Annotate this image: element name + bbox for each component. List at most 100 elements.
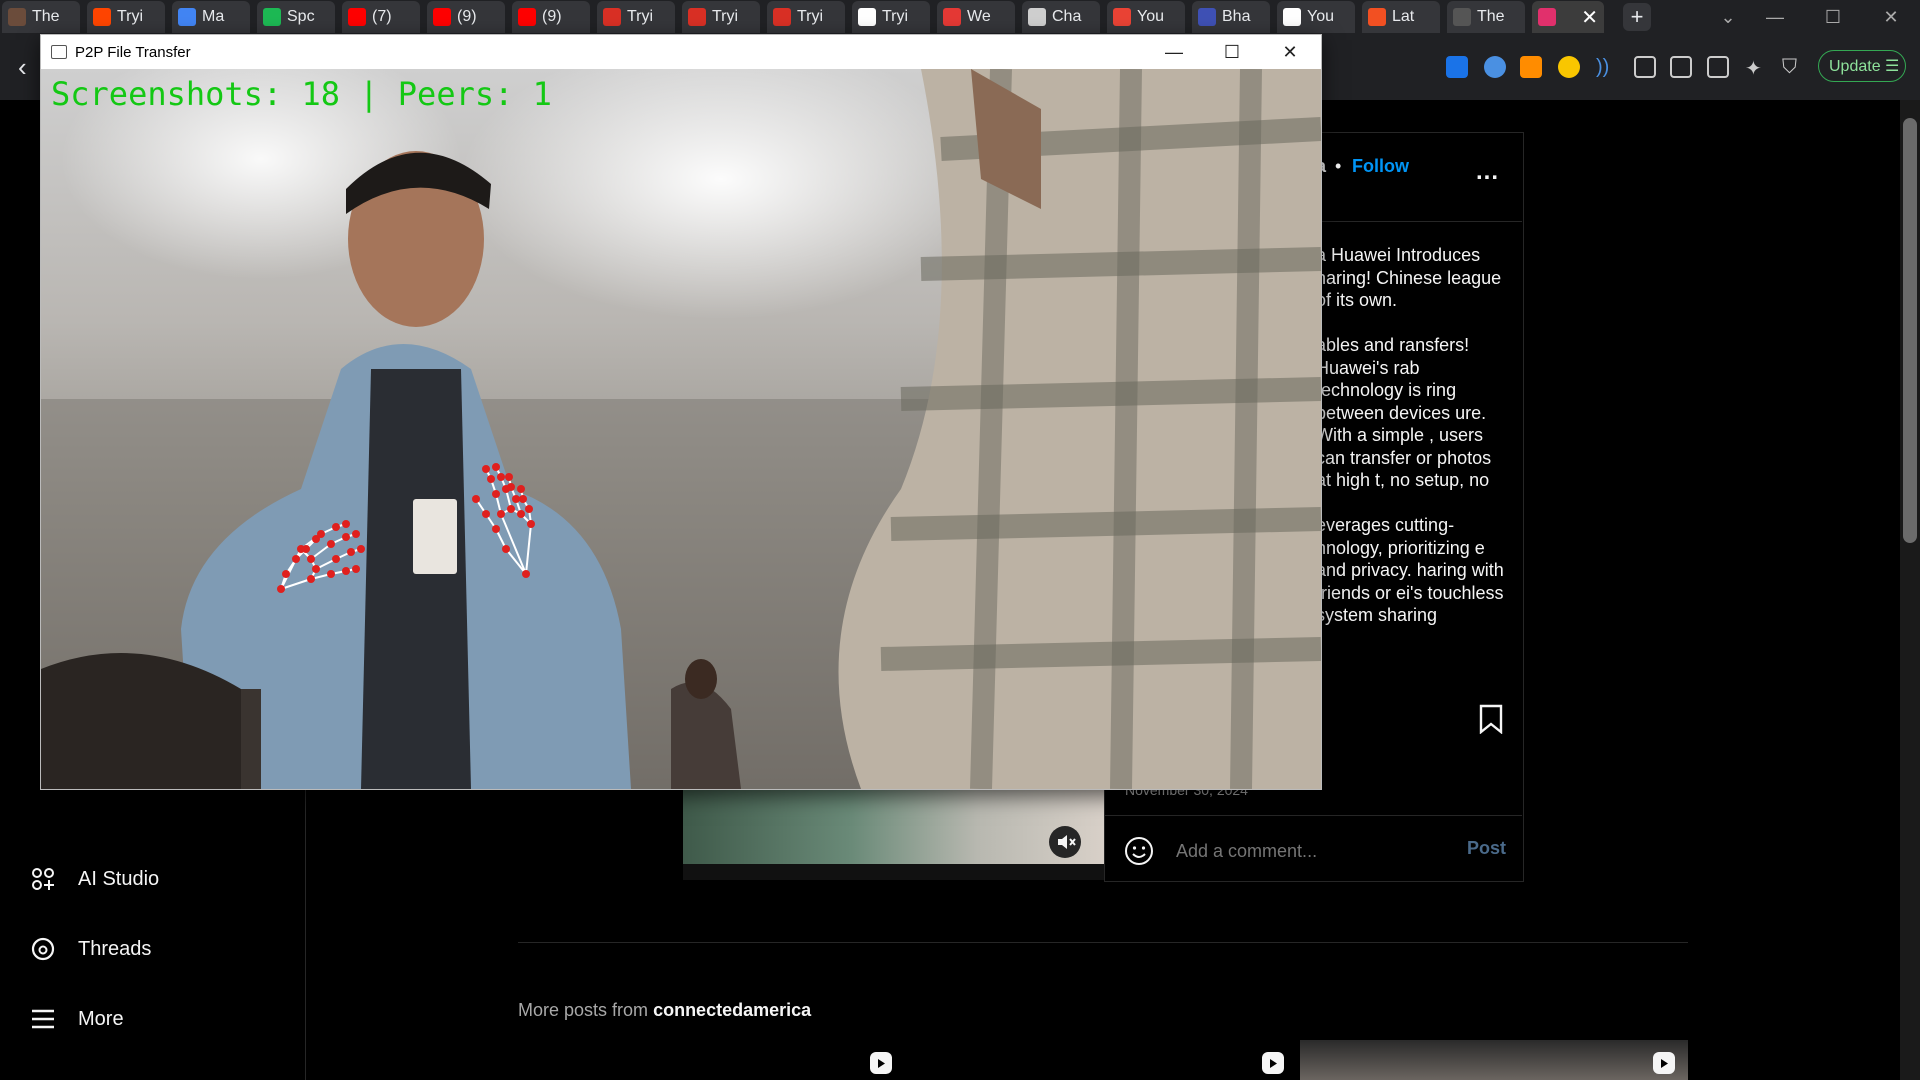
more-posts-account-link[interactable]: connectedamerica — [653, 1000, 811, 1020]
browser-tab[interactable]: The — [1447, 1, 1525, 33]
ai-studio-icon — [32, 868, 54, 890]
tab-favicon-icon — [1028, 8, 1046, 26]
camera-scene — [41, 69, 1321, 789]
emoji-icon[interactable] — [1124, 836, 1154, 866]
p2p-title-bar[interactable]: P2P File Transfer — ☐ ✕ — [41, 35, 1321, 69]
read-aloud-icon[interactable]: )) — [1596, 56, 1618, 78]
tab-favicon-icon — [1113, 8, 1131, 26]
maximize-icon[interactable]: ☐ — [1810, 0, 1856, 34]
browser-tab[interactable]: Tryi — [767, 1, 845, 33]
browser-tab[interactable]: Tryi — [852, 1, 930, 33]
landmark-point — [492, 525, 500, 533]
landmark-point — [277, 585, 285, 593]
browser-tab[interactable]: You — [1277, 1, 1355, 33]
post-comment-button[interactable]: Post — [1467, 838, 1506, 859]
browser-tab[interactable]: Cha — [1022, 1, 1100, 33]
tab-favicon-icon — [518, 8, 536, 26]
tab-label: (7) — [372, 8, 392, 25]
landmark-point — [347, 548, 355, 556]
browser-tab[interactable]: Tryi — [87, 1, 165, 33]
mute-icon — [1058, 835, 1076, 849]
extension-icon[interactable] — [1520, 56, 1542, 78]
browser-tab[interactable]: (9) — [427, 1, 505, 33]
browser-tab[interactable]: We — [937, 1, 1015, 33]
minimize-button[interactable]: — — [1145, 35, 1203, 69]
close-icon[interactable]: ✕ — [1868, 0, 1914, 34]
landmark-point — [352, 530, 360, 538]
sidebar-item-ai-studio[interactable]: AI Studio — [30, 866, 159, 892]
tab-label: Cha — [1052, 8, 1082, 25]
maximize-button[interactable]: ☐ — [1203, 35, 1261, 69]
comment-input[interactable] — [1174, 838, 1468, 864]
landmark-point — [327, 570, 335, 578]
sidebar-toggle-icon[interactable] — [1670, 56, 1692, 78]
browser-tab[interactable]: Ma — [172, 1, 250, 33]
browser-tab[interactable]: ✕ — [1532, 1, 1604, 33]
landmark-point — [352, 565, 360, 573]
extension-icon[interactable] — [1484, 56, 1506, 78]
landmark-point — [502, 545, 510, 553]
wallet-icon[interactable] — [1707, 56, 1729, 78]
post-caption: a Huawei Introduces haring! Chinese leag… — [1316, 244, 1506, 684]
sidebar-item-threads[interactable]: Threads — [30, 936, 151, 962]
new-tab-button[interactable]: + — [1623, 3, 1651, 31]
extensions-icon[interactable] — [1634, 56, 1656, 78]
update-button[interactable]: Update ☰ — [1818, 50, 1906, 82]
tab-favicon-icon — [433, 8, 451, 26]
landmark-point — [342, 520, 350, 528]
app-icon — [51, 45, 67, 59]
more-posts-heading: More posts from connectedamerica — [518, 1000, 811, 1021]
close-button[interactable]: ✕ — [1261, 35, 1319, 69]
tab-search-icon[interactable]: ⌄ — [1705, 0, 1751, 34]
browser-tab[interactable]: Spc — [257, 1, 335, 33]
browser-tab[interactable]: Bha — [1192, 1, 1270, 33]
browser-tab[interactable]: The — [2, 1, 80, 33]
mute-button[interactable] — [1049, 826, 1081, 858]
minimize-icon[interactable]: — — [1752, 0, 1798, 34]
browser-tab[interactable]: Tryi — [597, 1, 675, 33]
camera-feed: Screenshots: 18 | Peers: 1 — [41, 69, 1321, 789]
browser-tab[interactable]: You — [1107, 1, 1185, 33]
reel-video[interactable] — [683, 790, 1104, 864]
landmark-point — [307, 575, 315, 583]
shield-icon[interactable]: ⛉ — [1782, 56, 1804, 78]
landmark-point — [332, 555, 340, 563]
landmark-point — [517, 510, 525, 518]
separator-dot: • — [1335, 156, 1342, 176]
close-tab-icon[interactable]: ✕ — [1581, 5, 1598, 30]
landmark-point — [292, 555, 300, 563]
post-thumbnail[interactable] — [1300, 1040, 1688, 1080]
tab-favicon-icon — [1453, 8, 1471, 26]
browser-tab[interactable]: Lat — [1362, 1, 1440, 33]
extension-icon[interactable] — [1558, 56, 1580, 78]
tab-label: Bha — [1222, 8, 1251, 25]
sidebar-item-label: AI Studio — [78, 867, 160, 890]
browser-tab[interactable]: (9) — [512, 1, 590, 33]
tab-label: You — [1307, 8, 1334, 25]
copilot-icon[interactable]: ✦ — [1745, 56, 1767, 80]
landmark-point — [527, 520, 535, 528]
landmark-point — [497, 510, 505, 518]
browser-tab[interactable]: Tryi — [682, 1, 760, 33]
landmark-point — [297, 545, 305, 553]
tab-label: (9) — [457, 8, 477, 25]
landmark-point — [342, 533, 350, 541]
follow-button[interactable]: Follow — [1352, 156, 1409, 177]
more-options-icon[interactable]: ... — [1476, 158, 1499, 186]
landmark-point — [482, 510, 490, 518]
scrollbar-thumb[interactable] — [1903, 118, 1917, 543]
tab-label: Tryi — [797, 8, 824, 25]
tab-label: (9) — [542, 8, 562, 25]
bookmark-icon[interactable] — [1478, 704, 1504, 734]
browser-tab[interactable]: (7) — [342, 1, 420, 33]
sidebar-item-more[interactable]: More — [30, 1006, 124, 1032]
mail-extension-icon[interactable] — [1446, 56, 1468, 78]
back-icon[interactable]: ‹ — [18, 52, 27, 83]
landmark-point — [492, 463, 500, 471]
landmark-point — [487, 475, 495, 483]
tab-favicon-icon — [1283, 8, 1301, 26]
tab-label: Tryi — [712, 8, 739, 25]
landmark-point — [517, 485, 525, 493]
video-progress-bar[interactable] — [683, 864, 1104, 880]
landmark-point — [342, 567, 350, 575]
